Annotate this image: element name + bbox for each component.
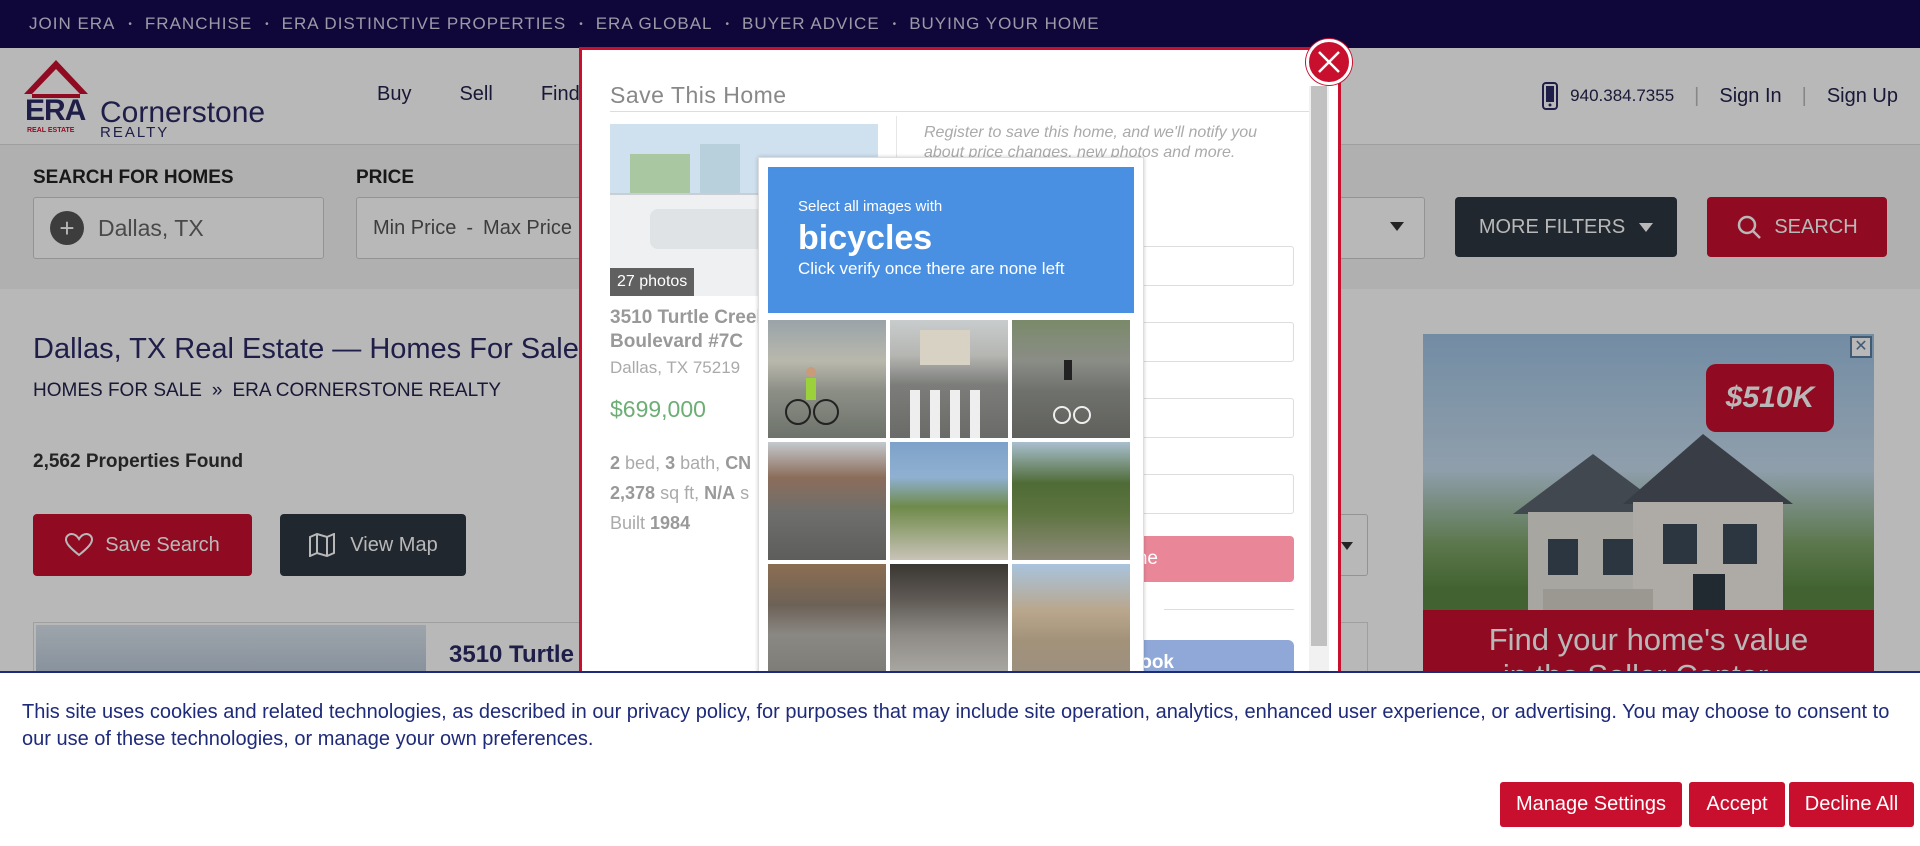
captcha-tile[interactable] [890,320,1008,438]
captcha-tile[interactable] [1012,442,1130,560]
beds-label: bed, [625,453,661,473]
captcha-tile[interactable] [768,320,886,438]
beds-value: 2 [610,453,621,473]
crosswalk-image [910,330,980,438]
photos-count-badge[interactable]: 27 photos [610,268,695,296]
captcha-tile[interactable] [1012,564,1130,676]
decline-all-button[interactable]: Decline All [1789,782,1914,827]
modal-title: Save This Home [610,82,787,108]
lot-label: s [740,483,750,503]
home-specs: 2 bed, 3 bath, CN 2,378 sq ft, N/A s Bui… [610,448,751,538]
specs-line-built: Built 1984 [610,508,751,538]
lot-value: N/A [704,483,736,503]
captcha-target: bicycles [798,219,933,257]
captcha-image-grid [768,320,1134,676]
manage-settings-button[interactable]: Manage Settings [1500,782,1682,827]
home-address: 3510 Turtle Creek Boulevard #7C [610,307,768,352]
bike-lane-image [1053,360,1091,424]
captcha-instruction: Select all images with [798,198,943,215]
built-value: 1984 [650,513,691,533]
captcha-tile[interactable] [768,442,886,560]
built-label: Built [610,513,646,533]
specs-line-sqft: 2,378 sq ft, N/A s [610,478,751,508]
modal-close-button[interactable] [1306,39,1352,85]
baths-value: 3 [665,453,676,473]
modal-scrollbar-thumb[interactable] [1311,86,1327,646]
baths-label: bath, [680,453,721,473]
captcha-header: Select all images with bicycles Click ve… [768,167,1134,313]
captcha-tile[interactable] [890,442,1008,560]
close-icon [1318,51,1340,73]
accept-cookies-button[interactable]: Accept [1689,782,1785,827]
cookie-consent-banner: This site uses cookies and related techn… [0,671,1920,846]
or-divider-line [1164,609,1294,610]
modal-title-divider [610,111,1322,112]
modal-scrollbar[interactable] [1309,86,1329,671]
captcha-subinstruction: Click verify once there are none left [798,259,1065,278]
captcha-tile[interactable] [1012,320,1130,438]
captcha-tile[interactable] [890,564,1008,676]
sqft-value: 2,378 [610,483,656,503]
cookie-consent-text: This site uses cookies and related techn… [22,701,1890,750]
cyclist-image [785,367,839,425]
home-price: $699,000 [610,396,706,422]
captcha-challenge: Select all images with bicycles Click ve… [758,157,1144,677]
sqft-label: sq ft, [660,483,700,503]
captcha-tile[interactable] [768,564,886,676]
specs-line-beds-baths: 2 bed, 3 bath, CN [610,448,751,478]
cn-value: CN [725,453,752,473]
home-city: Dallas, TX 75219 [610,358,741,377]
